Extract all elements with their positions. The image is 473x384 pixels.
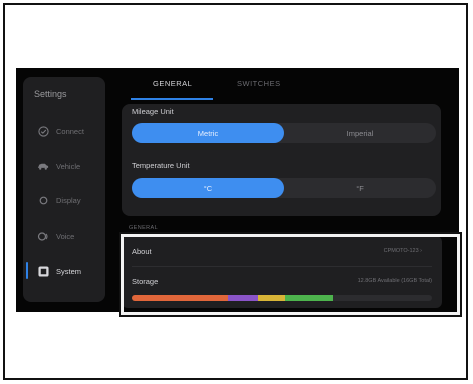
sidebar-item-voice[interactable]: Voice (37, 228, 74, 244)
mileage-unit-toggle: Metric Imperial (132, 123, 436, 143)
temperature-unit-label: Temperature Unit (132, 161, 190, 170)
car-icon (37, 160, 49, 172)
tab-general[interactable]: GENERAL (153, 79, 192, 88)
check-circle-icon (37, 125, 49, 137)
active-indicator (26, 262, 28, 279)
sidebar-item-label: Display (56, 195, 81, 205)
mileage-option-imperial[interactable]: Imperial (284, 123, 436, 143)
sidebar-item-label: System (56, 266, 82, 276)
sidebar-item-system[interactable]: System (37, 263, 81, 279)
sun-icon (37, 194, 49, 206)
sidebar-item-vehicle[interactable]: Vehicle (37, 158, 80, 174)
temperature-unit-toggle: °C °F (132, 178, 436, 198)
sidebar-item-connect[interactable]: Connect (37, 123, 84, 139)
mileage-option-metric[interactable]: Metric (132, 123, 284, 143)
system-icon (37, 265, 49, 277)
tab-switches[interactable]: SWITCHES (237, 79, 281, 88)
sidebar: Settings Connect Vehicle Display Voice S… (23, 77, 105, 302)
tab-underline (131, 98, 213, 100)
sidebar-item-display[interactable]: Display (37, 192, 81, 208)
voice-icon (37, 230, 49, 242)
sidebar-item-label: Connect (56, 126, 84, 136)
temperature-option-celsius[interactable]: °C (132, 178, 284, 198)
section-label: GENERAL (129, 225, 159, 231)
sidebar-item-label: Voice (56, 231, 75, 241)
sidebar-item-label: Vehicle (56, 161, 81, 171)
mileage-unit-label: Mileage Unit (132, 107, 174, 116)
highlight-box (119, 232, 462, 317)
sidebar-title: Settings (34, 89, 67, 99)
temperature-option-fahrenheit[interactable]: °F (284, 178, 436, 198)
units-panel: Mileage Unit Metric Imperial Temperature… (122, 104, 441, 216)
